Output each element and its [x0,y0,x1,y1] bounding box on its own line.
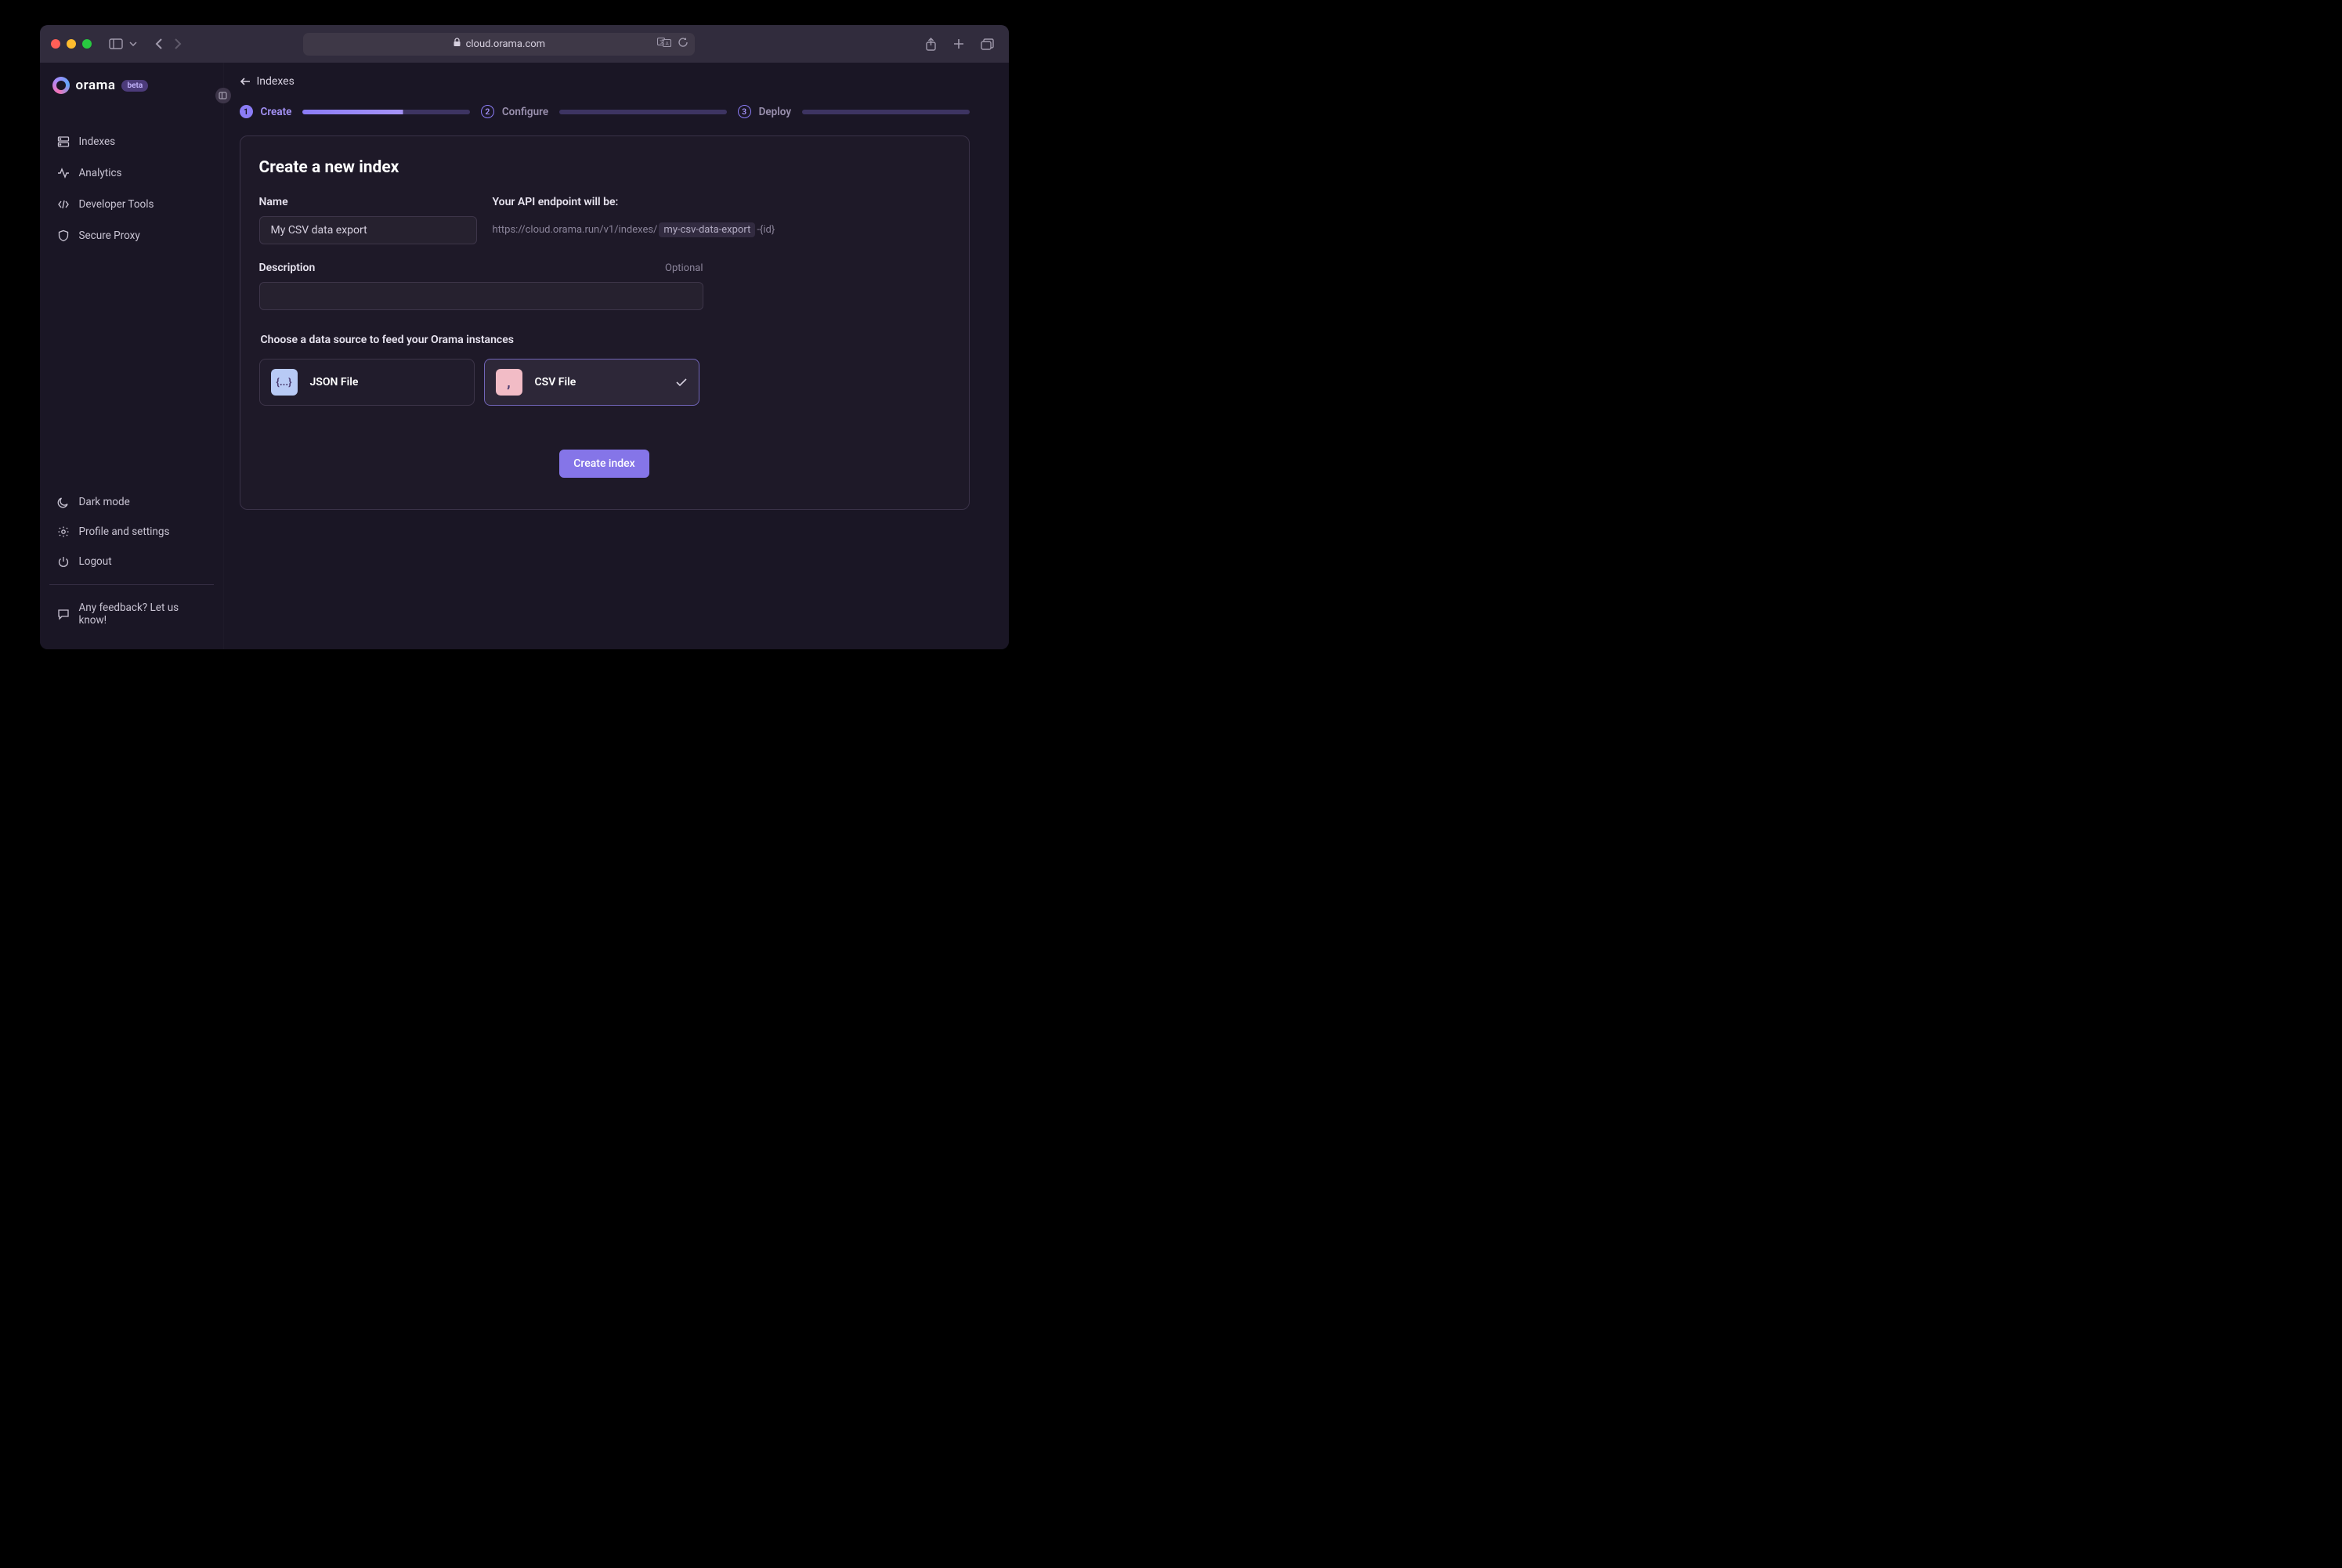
back-button[interactable]: Indexes [224,69,295,94]
show-sidebar-button[interactable] [106,35,126,52]
csv-icon: , [496,369,522,396]
browser-window: cloud.orama.com 文A [40,25,1009,649]
endpoint-slug: my-csv-data-export [659,222,755,237]
source-options: {...} JSON File , CSV File [259,359,950,406]
moon-icon [57,496,70,508]
svg-text:文: 文 [660,38,665,45]
sidebar-item-secure-proxy[interactable]: Secure Proxy [49,221,214,251]
source-option-csv[interactable]: , CSV File [484,359,699,406]
step-bar [559,110,726,114]
step-configure[interactable]: 2 Configure [481,105,548,118]
source-label: Choose a data source to feed your Orama … [261,334,950,346]
collapse-sidebar-button[interactable] [215,88,231,103]
minimize-window-button[interactable] [67,39,76,49]
url-bar[interactable]: cloud.orama.com 文A [303,33,695,56]
back-label: Indexes [257,75,295,88]
server-icon [57,135,70,148]
shield-icon [57,229,70,242]
power-icon [57,555,70,568]
tab-overview-button[interactable] [978,34,997,54]
window-controls [51,39,92,49]
step-number: 1 [240,105,253,118]
form-card: Create a new index Name Your API endpoin… [240,135,970,510]
sidebar-item-label: Developer Tools [79,198,154,211]
description-label: Description [259,262,316,274]
sidebar-item-label: Profile and settings [79,526,170,538]
browser-chrome: cloud.orama.com 文A [40,25,1009,63]
main-content: Indexes 1 Create 2 Configure 3 [224,63,1009,649]
arrow-left-icon [240,77,251,86]
sidebar-item-label: Any feedback? Let us know! [79,602,206,627]
sidebar-dropdown-button[interactable] [126,38,140,49]
step-label: Configure [502,106,548,118]
divider [49,584,214,585]
source-name: JSON File [310,376,359,388]
translate-icon[interactable]: 文A [657,37,671,51]
description-input[interactable] [259,282,703,310]
beta-badge: beta [121,80,148,92]
sidebar-item-label: Dark mode [79,496,130,508]
lock-icon [453,38,461,50]
json-icon: {...} [271,369,298,396]
step-number: 2 [481,105,494,118]
sidebar-main-nav: Indexes Analytics Developer Tools Secure… [49,127,214,251]
step-number: 3 [738,105,751,118]
code-icon [57,198,70,211]
close-window-button[interactable] [51,39,60,49]
sidebar-item-analytics[interactable]: Analytics [49,158,214,188]
url-text: cloud.orama.com [466,38,545,50]
logo-text: orama [76,78,116,93]
step-bar [802,110,969,114]
logo-icon [52,77,70,94]
message-icon [57,608,70,620]
stepper: 1 Create 2 Configure 3 Deploy [240,105,970,118]
endpoint-label: Your API endpoint will be: [493,196,950,208]
check-icon [675,375,688,390]
logo[interactable]: orama beta [49,77,214,108]
activity-icon [57,167,70,179]
gear-icon [57,526,70,538]
name-input[interactable] [259,216,477,244]
share-button[interactable] [922,34,940,54]
step-label: Create [261,106,292,118]
nav-forward-button[interactable] [170,34,186,53]
sidebar-item-label: Logout [79,555,112,568]
create-index-button[interactable]: Create index [559,450,649,478]
sidebar: orama beta Indexes Analytics Developer T… [40,63,224,649]
sidebar-item-indexes[interactable]: Indexes [49,127,214,157]
sidebar-item-profile-settings[interactable]: Profile and settings [49,517,214,547]
endpoint-suffix: -{id} [757,224,775,236]
endpoint-preview: https://cloud.orama.run/v1/indexes/ my-c… [493,222,950,237]
step-create[interactable]: 1 Create [240,105,292,118]
source-option-json[interactable]: {...} JSON File [259,359,475,406]
sidebar-item-label: Secure Proxy [79,229,140,242]
name-label: Name [259,196,477,208]
sidebar-item-logout[interactable]: Logout [49,547,214,576]
step-label: Deploy [759,106,791,118]
step-deploy[interactable]: 3 Deploy [738,105,791,118]
new-tab-button[interactable] [949,34,968,54]
sidebar-bottom-nav: Dark mode Profile and settings Logout An… [49,487,214,635]
card-title: Create a new index [259,158,950,177]
sidebar-item-developer-tools[interactable]: Developer Tools [49,190,214,219]
reload-icon[interactable] [678,37,689,51]
maximize-window-button[interactable] [82,39,92,49]
optional-hint: Optional [665,262,703,274]
step-bar [302,110,469,114]
sidebar-item-dark-mode[interactable]: Dark mode [49,487,214,517]
sidebar-item-label: Indexes [79,135,116,148]
sidebar-item-label: Analytics [79,167,122,179]
endpoint-prefix: https://cloud.orama.run/v1/indexes/ [493,224,658,236]
source-name: CSV File [535,376,576,388]
nav-back-button[interactable] [151,34,167,53]
app-body: orama beta Indexes Analytics Developer T… [40,63,1009,649]
sidebar-item-feedback[interactable]: Any feedback? Let us know! [49,593,214,635]
